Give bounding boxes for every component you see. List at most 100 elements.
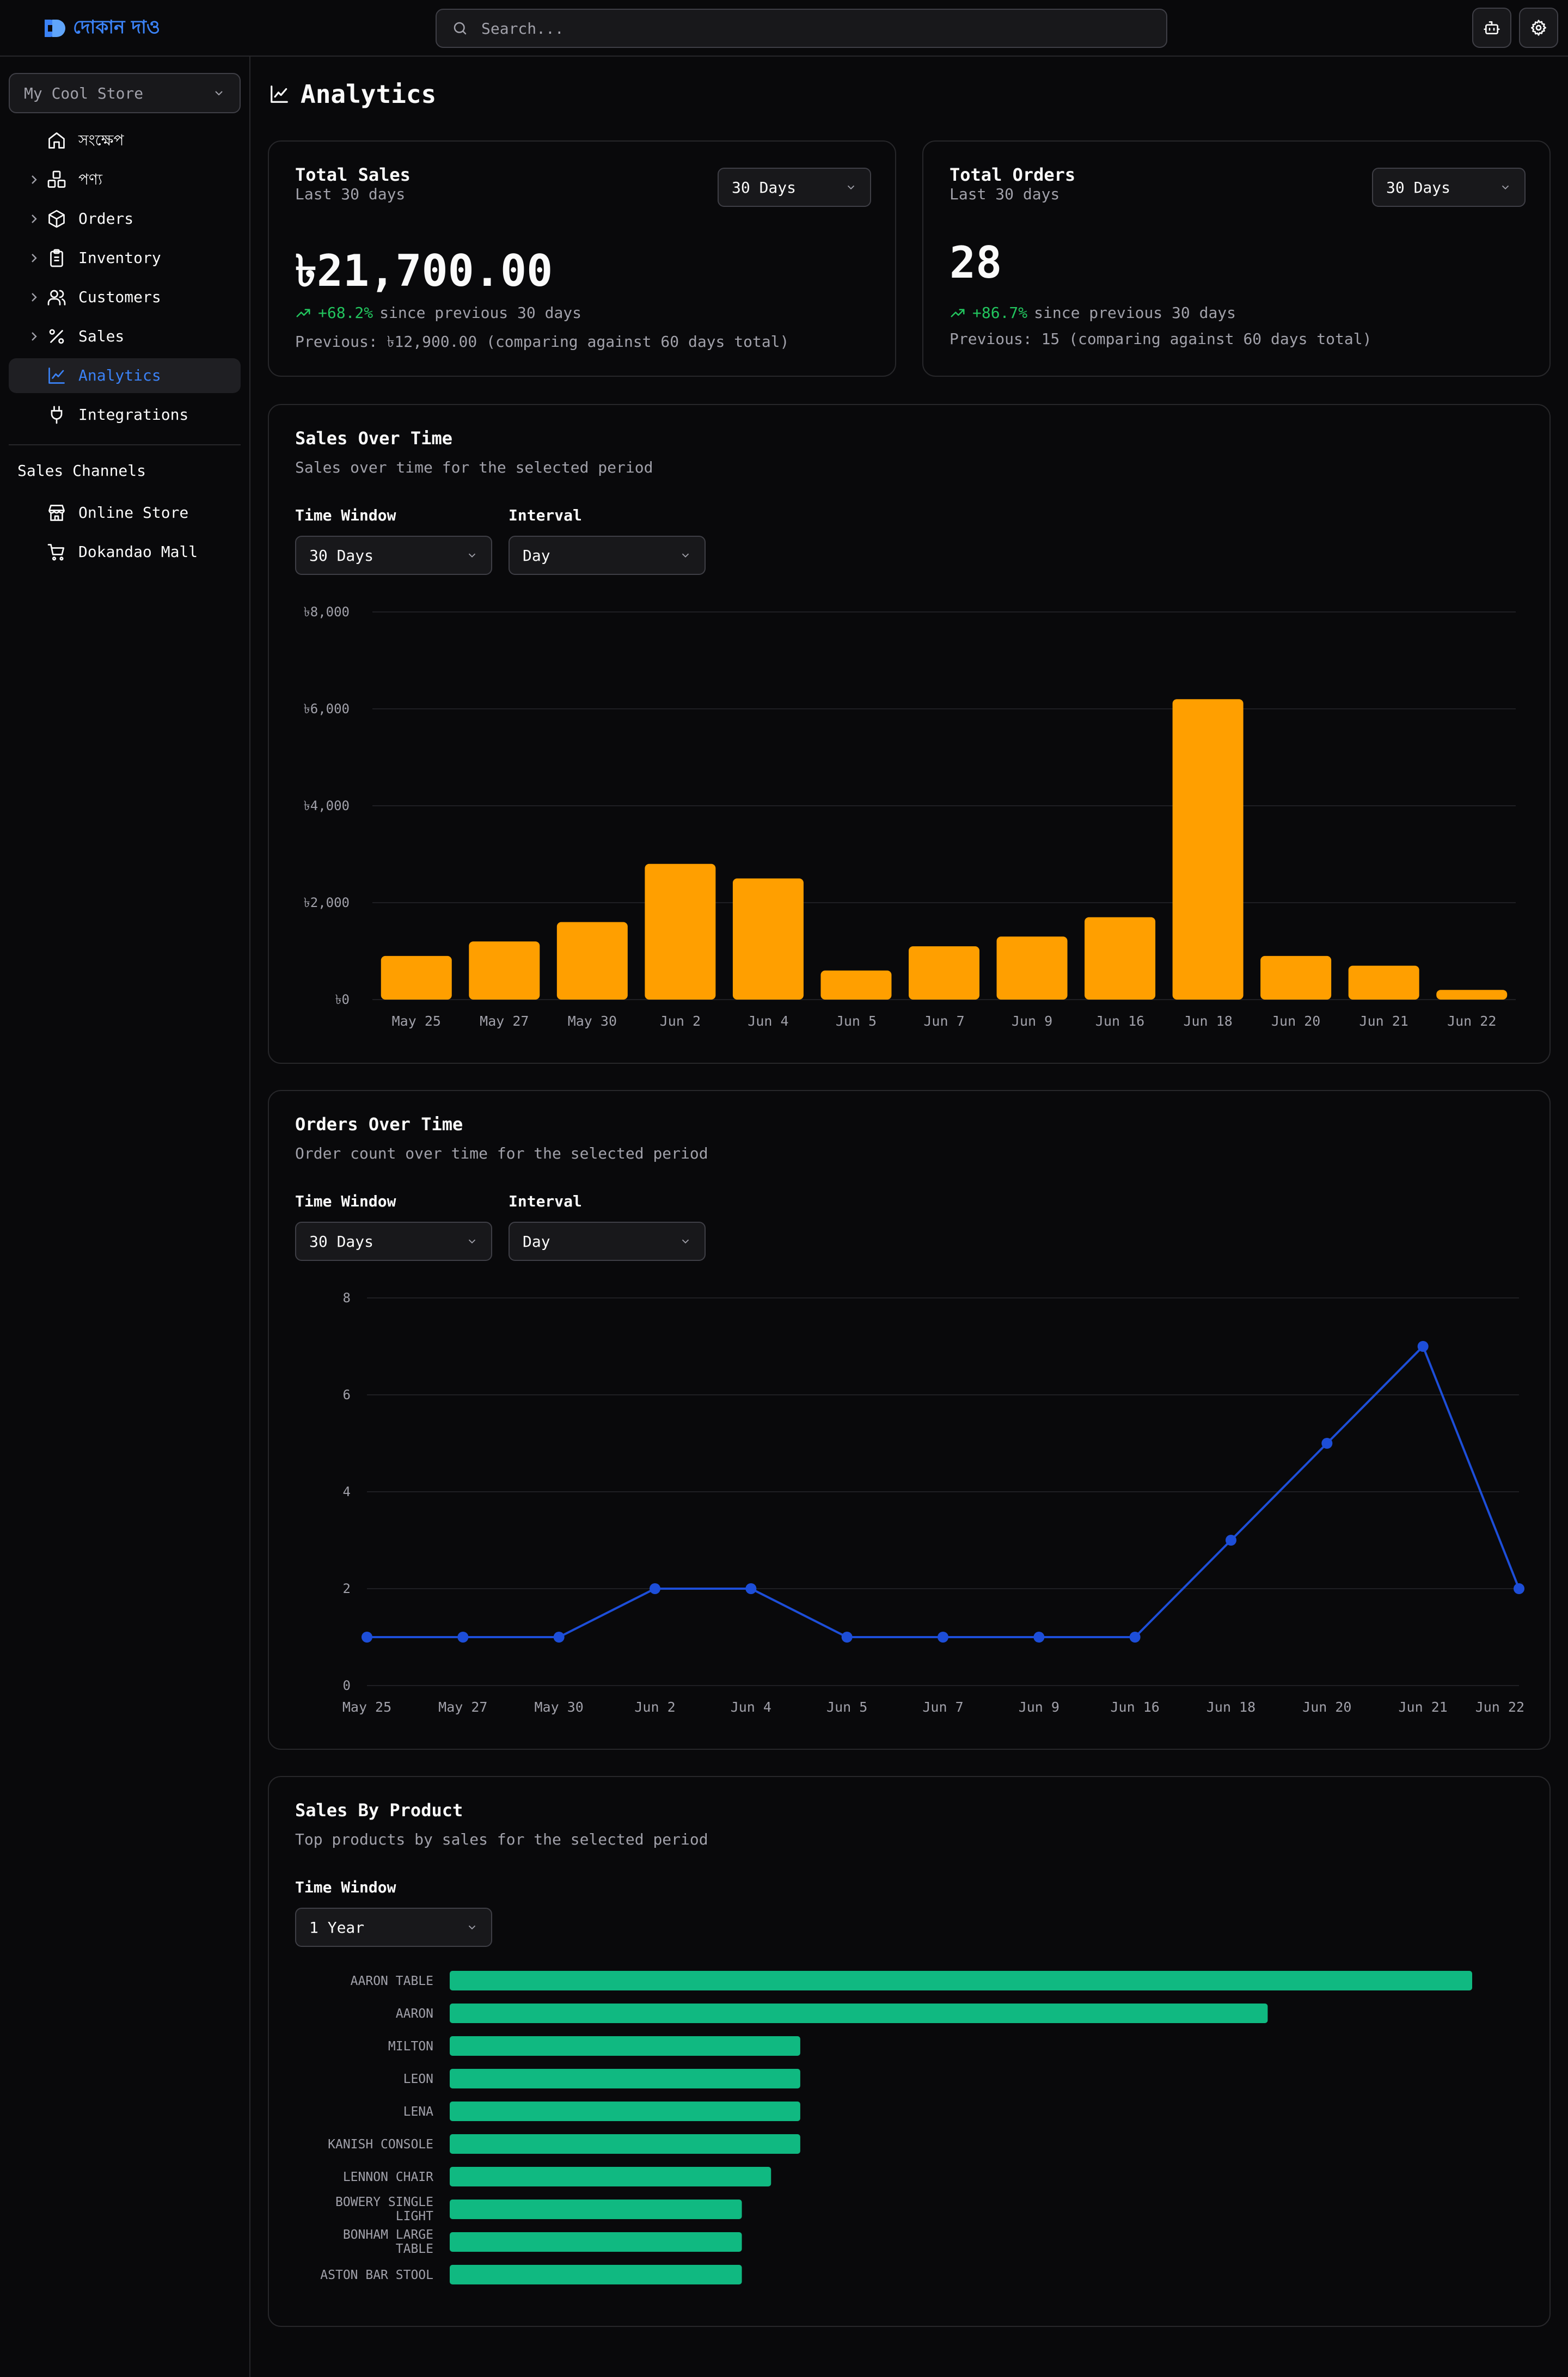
stat-change-percent: +86.7% [972,304,1028,322]
sidebar-item-inventory[interactable]: Inventory [9,241,241,275]
brand-name: দোকান দাও [73,16,161,38]
orders-point [1417,1341,1429,1352]
sidebar-item-customers[interactable]: Customers [9,280,241,315]
gear-icon [1531,20,1546,36]
x-tick-label: May 30 [568,1013,617,1029]
total-sales-range-select[interactable]: 30 Days [718,168,871,207]
x-tick-label: Jun 5 [836,1013,877,1029]
orders-point [745,1583,757,1594]
sidebar-item-overview[interactable]: সংক্ষেপ [9,123,241,158]
search-box[interactable] [436,9,1167,48]
y-tick-label: ৳6,000 [304,701,350,716]
product-bar [450,2069,800,2088]
sidebar-item-analytics[interactable]: Analytics [9,358,241,393]
sales-by-product-card: Sales By Product Top products by sales f… [268,1776,1551,2327]
sales-bar [645,863,716,1000]
chevron-right-icon [32,175,37,184]
orders-point [1321,1438,1333,1449]
store-selector[interactable]: My Cool Store [9,73,241,113]
logo-mark-icon [45,20,65,37]
stat-subtitle: Last 30 days [295,185,406,203]
chevron-right-icon [32,332,37,341]
product-label: ASTON BAR STOOL [320,2268,433,2282]
x-tick-label: May 30 [535,1699,584,1715]
product-bar [450,2036,800,2056]
product-bar [450,2134,800,2154]
store-icon [48,505,65,521]
clipboard-icon [50,249,63,267]
x-tick-label: Jun 21 [1399,1699,1448,1715]
sidebar-item-label: Integrations [78,406,189,424]
product-bar-chart: AARON TABLE AARON MILTON LEON LENA KANISH CON… [320,1971,1472,2284]
sidebar-item-label: Analytics [78,366,161,384]
product-bar [450,1971,1472,1990]
stat-subtitle: Last 30 days [950,185,1060,203]
orders-point [457,1632,469,1643]
page-title: Analytics [269,79,436,109]
sidebar-item-dokandao-mall[interactable]: Dokandao Mall [9,535,241,569]
x-tick-label: Jun 9 [1012,1013,1052,1029]
sales-bar [556,922,628,1000]
x-tick-label: May 27 [438,1699,487,1715]
x-tick-label: Jun 22 [1447,1013,1496,1029]
chevron-down-icon [215,91,223,96]
product-label: LENNON CHAIR [343,2170,433,2184]
product-label: KANISH CONSOLE [328,2137,433,2152]
product-label: AARON TABLE [351,1974,433,1988]
stat-title: Total Orders [950,164,1076,185]
x-tick-label: Jun 21 [1359,1013,1408,1029]
percent-icon [49,329,64,344]
x-tick-label: Jun 2 [660,1013,701,1029]
sidebar: My Cool Store সংক্ষেপ পণ্য Orders Invent… [0,57,250,2377]
product-bar [450,2265,742,2284]
sales-bar [1172,699,1244,1000]
total-orders-card: Total Orders Last 30 days 30 Days 28 +86… [922,140,1551,377]
sales-over-time-card: Sales Over Time Sales over time for the … [268,404,1551,1064]
sidebar-item-integrations[interactable]: Integrations [9,397,241,432]
sidebar-item-online-store[interactable]: Online Store [9,495,241,530]
settings-button[interactable] [1519,8,1558,48]
stat-value: ৳21,700.00 [295,246,553,296]
y-tick-label: ৳8,000 [304,604,350,620]
orders-point [938,1632,948,1643]
product-label: BOWERY SINGLE [335,2195,433,2209]
orders-point [841,1632,853,1643]
product-label: LEON [403,2072,433,2086]
sidebar-item-label: পণ্য [78,170,103,188]
x-tick-label: Jun 4 [748,1013,788,1029]
sidebar-item-products[interactable]: পণ্য [9,162,241,197]
search-input[interactable] [481,19,1135,38]
home-icon [48,132,65,149]
stat-change-text: since previous 30 days [1034,304,1236,322]
orders-point [650,1583,660,1594]
sidebar-item-label: Customers [78,288,161,306]
x-tick-label: Jun 20 [1271,1013,1320,1029]
sidebar-item-label: Online Store [78,504,189,522]
package-icon [48,210,65,228]
sidebar-item-label: Orders [78,210,134,228]
sidebar-item-orders[interactable]: Orders [9,201,241,236]
product-label: LIGHT [396,2209,433,2223]
stat-change-text: since previous 30 days [379,304,582,322]
brand-logo[interactable]: দোকান দাও [44,14,160,42]
sidebar-item-label: Dokandao Mall [78,543,198,561]
users-icon [47,290,66,305]
sales-bar [469,941,540,1000]
chevron-right-icon [32,215,37,223]
sidebar-item-sales[interactable]: Sales [9,319,241,354]
stat-change-percent: +68.2% [318,304,373,322]
range-value: 30 Days [732,178,797,197]
sales-bar [1436,990,1508,1000]
sidebar-divider [9,444,241,445]
product-bar [450,2167,771,2186]
bot-button[interactable] [1472,8,1511,48]
x-tick-label: Jun 16 [1111,1699,1160,1715]
cart-icon [47,544,65,561]
page-title-text: Analytics [301,79,437,109]
y-tick-label: 8 [343,1290,351,1306]
stat-previous: Previous: ৳12,900.00 (comparing against … [295,333,789,351]
y-tick-label: 0 [343,1678,351,1693]
y-tick-label: 2 [343,1581,351,1596]
total-orders-range-select[interactable]: 30 Days [1372,168,1526,207]
orders-point [553,1632,565,1643]
